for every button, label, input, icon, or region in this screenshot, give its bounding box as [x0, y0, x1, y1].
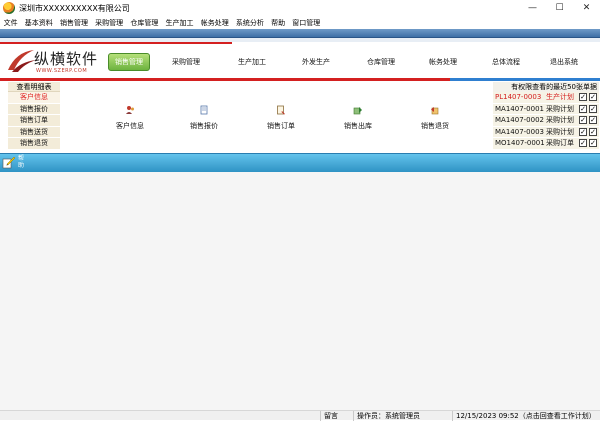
help-label: 帮 助: [18, 155, 25, 169]
menu-warehouse[interactable]: 仓库管理: [127, 18, 162, 28]
menu-sales[interactable]: 销售管理: [56, 18, 91, 28]
logo: 纵横软件 WWW.SZERP.COM: [6, 46, 106, 78]
window-controls: — ☐ ✕: [519, 0, 600, 16]
doc-id[interactable]: MA1407-0003: [493, 128, 546, 136]
table-row[interactable]: MO1407-0001 采购订单 ✓ ✓: [493, 138, 599, 150]
menu-bar: 文件 基本资料 销售管理 采购管理 仓库管理 生产加工 帐务处理 系统分析 帮助…: [0, 16, 600, 29]
checkbox[interactable]: ✓: [589, 127, 597, 136]
logo-url: WWW.SZERP.COM: [36, 68, 88, 74]
menu-analysis[interactable]: 系统分析: [232, 18, 267, 28]
table-row[interactable]: MA1407-0003 采购计划 ✓ ✓: [493, 126, 599, 138]
detail-item-quote[interactable]: 销售报价: [8, 103, 60, 116]
doc-type: 采购计划: [546, 127, 574, 136]
header-divider: [0, 78, 600, 81]
nav-label: 帐务处理: [429, 58, 457, 66]
table-row[interactable]: MA1407-0002 采购计划 ✓ ✓: [493, 115, 599, 127]
checkbox[interactable]: ✓: [579, 127, 587, 136]
detail-item-customer[interactable]: 客户信息: [8, 92, 60, 104]
func-label: 销售出库: [344, 122, 372, 130]
title-bar: 深圳市XXXXXXXXXX有限公司 — ☐ ✕: [0, 0, 600, 16]
document-icon: [200, 105, 208, 115]
return-icon: [431, 107, 439, 115]
recent-docs-panel: 有权限查看的最近50张单据 PL1407-0003 生产计划 ✓ ✓ MA140…: [493, 82, 599, 150]
checkbox[interactable]: ✓: [589, 139, 597, 148]
checkbox[interactable]: ✓: [589, 104, 597, 113]
nav-warehouse[interactable]: 仓库管理: [350, 53, 412, 71]
nav-label: 仓库管理: [367, 58, 395, 66]
nav-label: 销售管理: [115, 58, 143, 66]
order-icon: [277, 105, 285, 115]
nav-label: 总体流程: [492, 58, 520, 66]
doc-id[interactable]: PL1407-0003: [493, 93, 546, 101]
checkbox[interactable]: ✓: [579, 93, 587, 102]
header: 纵横软件 WWW.SZERP.COM 销售管理 采购管理 生产加工 外发生产 仓…: [0, 42, 600, 82]
nav-outsourcing[interactable]: 外发生产: [282, 53, 350, 71]
func-label: 销售报价: [190, 122, 218, 130]
doc-type: 生产计划: [546, 93, 574, 102]
main-nav: 销售管理 采购管理 生产加工 外发生产 仓库管理 帐务处理 总体流程 退出系统: [108, 53, 590, 71]
customer-icon: [126, 106, 134, 114]
doc-id[interactable]: MA1407-0001: [493, 105, 546, 113]
menu-accounting[interactable]: 帐务处理: [197, 18, 232, 28]
menu-file[interactable]: 文件: [0, 18, 21, 28]
logo-name: 纵横软件: [34, 50, 99, 68]
func-customer[interactable]: 客户信息: [98, 102, 162, 131]
doc-id[interactable]: MA1407-0002: [493, 116, 546, 124]
menu-purchase[interactable]: 采购管理: [92, 18, 127, 28]
table-row[interactable]: PL1407-0003 生产计划 ✓ ✓: [493, 92, 599, 104]
detail-item-delivery[interactable]: 销售送货: [8, 126, 60, 139]
func-label: 客户信息: [116, 122, 144, 130]
toolbar-band: [0, 29, 600, 38]
help-band: 帮 助: [0, 153, 600, 172]
doc-id[interactable]: MO1407-0001: [493, 139, 546, 147]
minimize-button[interactable]: —: [519, 0, 546, 16]
doc-type: 采购订单: [546, 139, 574, 148]
detail-item-order[interactable]: 销售订单: [8, 115, 60, 127]
checkbox[interactable]: ✓: [579, 104, 587, 113]
func-label: 销售订单: [267, 122, 295, 130]
checkbox[interactable]: ✓: [589, 116, 597, 125]
menu-production[interactable]: 生产加工: [162, 18, 197, 28]
menu-window[interactable]: 窗口管理: [289, 18, 324, 28]
app-icon: [3, 2, 15, 14]
nav-flow[interactable]: 总体流程: [474, 53, 538, 71]
func-quote[interactable]: 销售报价: [172, 102, 236, 131]
help-pencil-icon: [2, 156, 16, 169]
func-return[interactable]: 销售退货: [403, 102, 467, 131]
header-red-line: [0, 42, 232, 44]
status-bar: 留言 操作员：系统管理员 12/15/2023 09:52（点击回查看工作计划）: [0, 410, 600, 421]
nav-label: 生产加工: [238, 58, 266, 66]
maximize-button[interactable]: ☐: [546, 0, 573, 16]
nav-accounting[interactable]: 帐务处理: [412, 53, 474, 71]
nav-label: 退出系统: [550, 58, 578, 66]
nav-label: 采购管理: [172, 58, 200, 66]
warehouse-out-icon: [353, 107, 362, 115]
func-label: 销售退货: [421, 122, 449, 130]
table-row[interactable]: MA1407-0001 采购计划 ✓ ✓: [493, 103, 599, 115]
detail-item-return[interactable]: 销售退货: [8, 138, 60, 150]
func-order[interactable]: 销售订单: [249, 102, 313, 131]
detail-list-panel: 查看明细表 客户信息 销售报价 销售订单 销售送货 销售退货: [8, 82, 60, 150]
doc-type: 采购计划: [546, 104, 574, 113]
nav-purchase[interactable]: 采购管理: [150, 53, 222, 71]
recent-docs-header: 有权限查看的最近50张单据: [493, 82, 599, 92]
nav-production[interactable]: 生产加工: [222, 53, 282, 71]
detail-list-header: 查看明细表: [8, 82, 60, 92]
workspace-area: [0, 172, 600, 410]
menu-basic-data[interactable]: 基本资料: [21, 18, 56, 28]
menu-help[interactable]: 帮助: [268, 18, 289, 28]
window-title: 深圳市XXXXXXXXXX有限公司: [19, 3, 130, 13]
doc-type: 采购计划: [546, 116, 574, 125]
func-outbound[interactable]: 销售出库: [326, 102, 390, 131]
close-button[interactable]: ✕: [573, 0, 600, 16]
nav-sales[interactable]: 销售管理: [108, 53, 150, 71]
nav-label: 外发生产: [302, 58, 330, 66]
nav-exit[interactable]: 退出系统: [538, 53, 590, 71]
checkbox[interactable]: ✓: [589, 93, 597, 102]
checkbox[interactable]: ✓: [579, 139, 587, 148]
checkbox[interactable]: ✓: [579, 116, 587, 125]
help-button[interactable]: 帮 助: [2, 155, 26, 169]
